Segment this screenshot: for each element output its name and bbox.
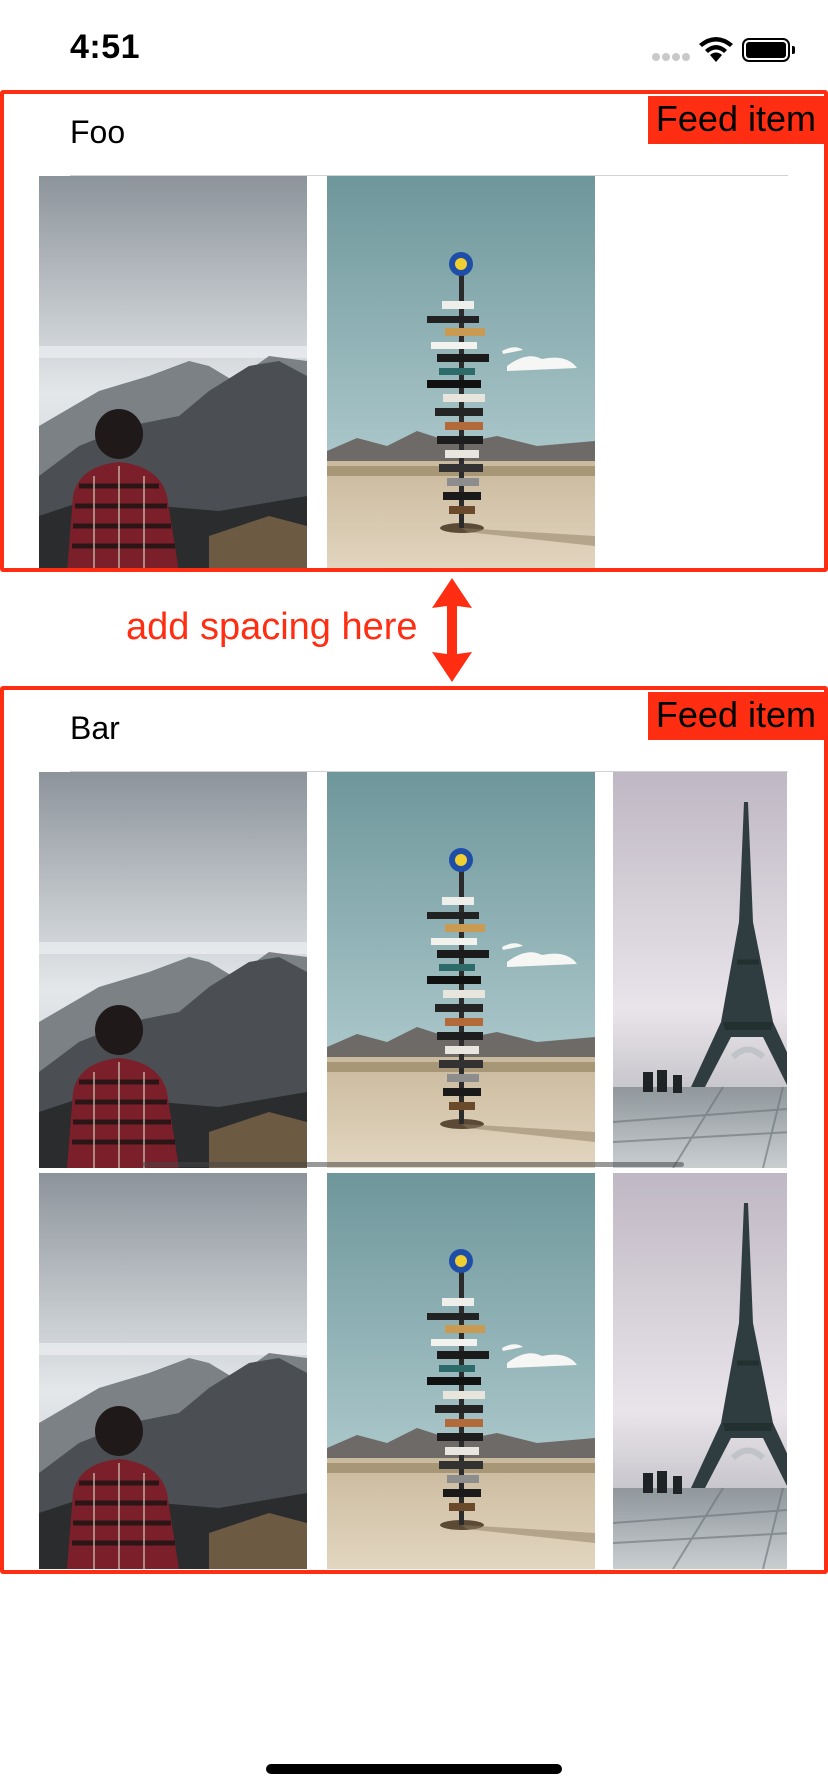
feed-item-tag: Feed item xyxy=(647,96,824,144)
feed-item-title: Foo xyxy=(70,114,126,150)
photo-mountain[interactable] xyxy=(39,772,307,1168)
feed-item-foo: Foo Feed item xyxy=(0,90,828,572)
spacing-annotation: add spacing here xyxy=(126,606,418,648)
status-time: 4:51 xyxy=(70,28,141,66)
photo-row[interactable] xyxy=(39,176,787,572)
photo-mountain[interactable] xyxy=(39,1173,307,1569)
home-indicator[interactable] xyxy=(266,1764,562,1774)
wifi-icon xyxy=(698,36,734,64)
photo-row[interactable] xyxy=(39,1173,787,1569)
signal-dots-icon xyxy=(652,53,690,63)
feed-item-bar: Bar Feed item xyxy=(0,686,828,1574)
photo-signpost[interactable] xyxy=(327,772,595,1168)
battery-icon xyxy=(742,38,795,62)
feed-item-tag: Feed item xyxy=(647,692,824,740)
photo-eiffel-tower[interactable] xyxy=(613,772,787,1168)
horizontal-scroll-indicator[interactable] xyxy=(142,1162,684,1167)
double-arrow-icon xyxy=(428,574,476,686)
feed-item-title: Bar xyxy=(70,710,120,746)
status-bar: 4:51 xyxy=(0,0,828,90)
photo-row[interactable] xyxy=(39,772,787,1168)
photo-mountain[interactable] xyxy=(39,176,307,572)
photo-eiffel-tower[interactable] xyxy=(613,1173,787,1569)
photo-signpost[interactable] xyxy=(327,1173,595,1569)
photo-signpost[interactable] xyxy=(327,176,595,572)
